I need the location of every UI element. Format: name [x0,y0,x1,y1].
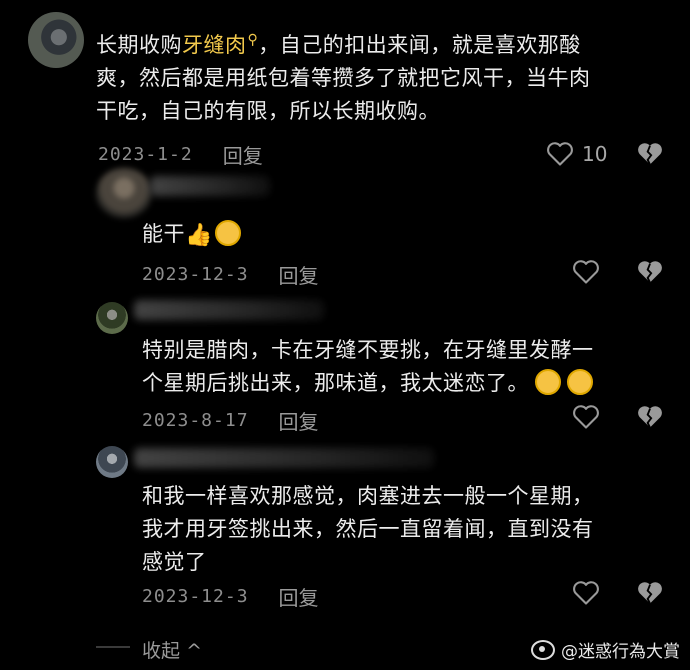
reply2-line1: 特别是腊肉，卡在牙缝不要挑，在牙缝里发酵一 [142,338,594,362]
reply3-meta: 2023-12-3 回复 [142,582,319,611]
weibo-logo-icon [531,639,555,660]
reply-button[interactable]: 回复 [279,582,319,611]
reply-button[interactable]: 回复 [279,260,319,289]
broken-heart-icon [638,406,662,428]
blurred-username [134,300,324,320]
reply-button[interactable]: 回复 [279,406,319,435]
heart-outline-icon [547,142,573,166]
relieved-face-emoji [567,369,593,395]
reply2-meta: 2023-8-17 回复 [142,406,319,435]
reply1-meta: 2023-12-3 回复 [142,260,319,289]
reply3-line1: 和我一样喜欢那感觉，肉塞进去一般一个星期， [142,484,594,508]
dislike-button[interactable] [636,141,664,171]
heart-outline-icon [573,260,599,284]
main-comment-line2: 爽，然后都是用纸包着等攒多了就把它风干，当牛肉 [96,66,591,90]
main-comment-part1: 长期收购 [96,33,182,57]
like-count: 10 [582,142,608,166]
avatar-reply3[interactable] [96,446,128,478]
comment-date: 2023-8-17 [142,410,249,431]
collapse-divider [96,646,130,648]
main-comment-meta: 2023-1-2 回复 [98,140,263,169]
comment-date: 2023-12-3 [142,586,249,607]
heart-outline-icon [573,405,599,429]
comment-date: 2023-1-2 [98,144,193,165]
reply3-text: 和我一样喜欢那感觉，肉塞进去一般一个星期， 我才用牙签挑出来，然后一直留着闻，直… [142,480,682,579]
chevron-up-icon: ^ [186,640,202,662]
reply-button[interactable]: 回复 [223,140,263,169]
laughing-tears-emoji [214,220,241,246]
search-icon: ⚲ [247,32,259,48]
collapse-replies-button[interactable]: 收起 ^ [142,636,202,663]
blurred-username [150,176,270,196]
dislike-button[interactable] [636,259,664,289]
search-keyword-link[interactable]: 牙缝肉⚲ [182,32,259,57]
reply1-text: 能干 [142,218,241,252]
main-comment-line3: 干吃，自己的有限，所以长期收购。 [96,99,440,123]
dislike-button[interactable] [636,404,664,434]
blurred-username [134,448,434,468]
reply1-text-content: 能干 [142,222,185,246]
watermark-text: @迷惑行為大賞 [561,642,680,662]
like-button[interactable]: 10 [546,141,607,167]
main-comment-part2: ，自己的扣出来闻，就是喜欢那酸 [258,33,581,57]
relieved-face-emoji [535,369,561,395]
broken-heart-icon [638,143,662,165]
comment-date: 2023-12-3 [142,264,249,285]
like-button[interactable] [572,259,600,289]
keyword-text[interactable]: 牙缝肉 [182,33,247,57]
avatar-main-commenter[interactable] [28,12,84,68]
like-button[interactable] [572,404,600,434]
main-comment-text: 长期收购牙缝肉⚲，自己的扣出来闻，就是喜欢那酸 爽，然后都是用纸包着等攒多了就把… [96,24,676,128]
broken-heart-icon [638,261,662,283]
dislike-button[interactable] [636,580,664,610]
thumbs-up-emoji [185,219,213,252]
avatar-reply1[interactable] [96,168,152,218]
reply2-line2: 个星期后挑出来，那味道，我太迷恋了。 [142,371,529,395]
weibo-watermark: @迷惑行為大賞 [531,637,680,662]
broken-heart-icon [638,582,662,604]
like-button[interactable] [572,580,600,610]
reply3-line3: 感觉了 [142,550,207,574]
reply3-line2: 我才用牙签挑出来，然后一直留着闻，直到没有 [142,517,594,541]
heart-outline-icon [573,581,599,605]
avatar-reply2[interactable] [96,302,128,334]
reply2-text: 特别是腊肉，卡在牙缝不要挑，在牙缝里发酵一 个星期后挑出来，那味道，我太迷恋了。 [142,334,682,400]
collapse-label[interactable]: 收起 [142,640,180,662]
